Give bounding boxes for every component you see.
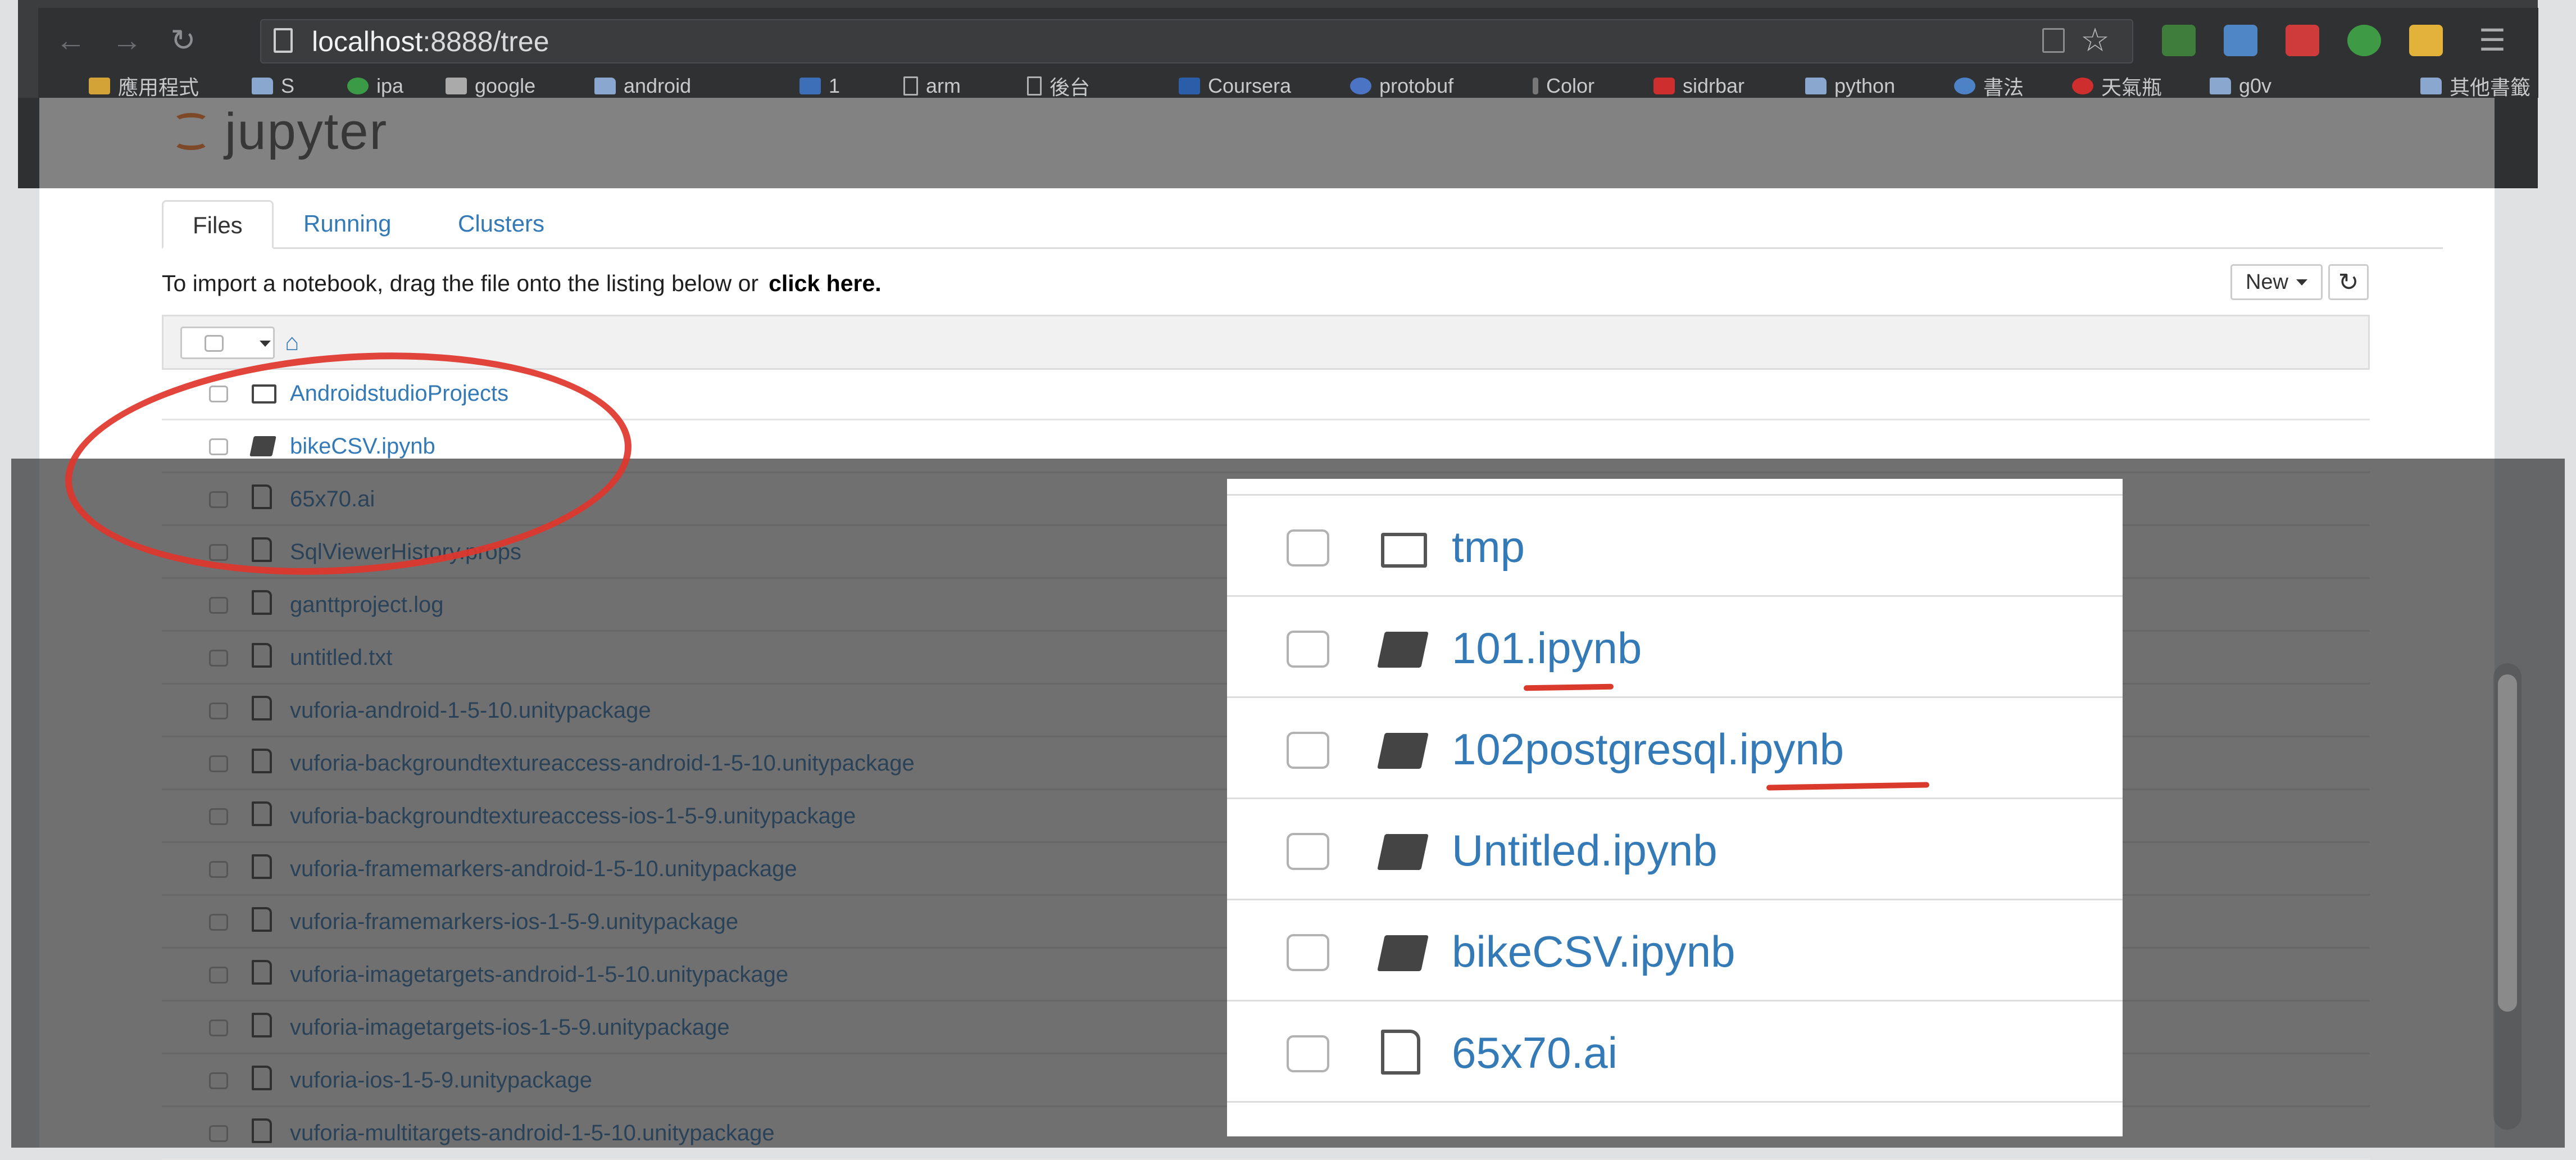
- hangouts-icon[interactable]: [2347, 25, 2381, 56]
- file-name-link[interactable]: Untitled.ipynb: [1452, 825, 1718, 876]
- extension-cross-icon[interactable]: [2286, 25, 2319, 56]
- row-checkbox[interactable]: [1287, 833, 1329, 870]
- file-icon: [1381, 1030, 1420, 1075]
- zoomed-file-list: tmp 101.ipynb 102postgresql.ipynb Untitled.…: [1227, 479, 2123, 1136]
- zoom-file-row[interactable]: bikeCSV.ipynb: [1227, 900, 2123, 1002]
- select-all-dropdown[interactable]: [180, 327, 275, 359]
- extension-icon[interactable]: [2162, 25, 2196, 56]
- zoom-file-row[interactable]: 65x70.ai: [1227, 1002, 2123, 1103]
- home-icon[interactable]: ⌂: [285, 327, 299, 358]
- notebook-icon: [1377, 935, 1429, 971]
- forward-icon[interactable]: →: [111, 25, 143, 56]
- row-checkbox[interactable]: [1287, 529, 1329, 567]
- row-checkbox[interactable]: [1287, 631, 1329, 668]
- select-all-checkbox[interactable]: [205, 335, 224, 352]
- tab-clusters[interactable]: Clusters: [429, 200, 574, 247]
- refresh-icon: ↻: [2338, 268, 2359, 296]
- back-icon[interactable]: ←: [55, 25, 87, 56]
- translate-icon[interactable]: [2224, 25, 2257, 56]
- file-name-link[interactable]: 101.ipynb: [1452, 623, 1642, 673]
- new-button-label: New: [2245, 270, 2289, 294]
- row-checkbox[interactable]: [1287, 1035, 1329, 1072]
- file-name-link[interactable]: 65x70.ai: [1452, 1027, 1618, 1078]
- tab-running[interactable]: Running: [274, 200, 420, 247]
- file-name-link[interactable]: bikeCSV.ipynb: [1452, 926, 1735, 977]
- refresh-button[interactable]: ↻: [2328, 264, 2369, 300]
- row-checkbox[interactable]: [1287, 934, 1329, 971]
- zoom-file-row[interactable]: 102postgresql.ipynb: [1227, 698, 2123, 799]
- extension-colorful-icon[interactable]: [2409, 25, 2443, 56]
- reload-icon[interactable]: ↻: [167, 25, 199, 56]
- zoom-file-row[interactable]: tmp: [1227, 496, 2123, 597]
- page-icon: [274, 28, 293, 53]
- tab-files[interactable]: Files: [162, 200, 274, 249]
- url-bar[interactable]: localhost:8888/tree ☆: [260, 19, 2133, 64]
- divider: [1227, 494, 2123, 496]
- row-checkbox[interactable]: [1287, 732, 1329, 769]
- notebook-icon: [1377, 834, 1429, 870]
- tab-bar: Files Running Clusters: [162, 200, 2443, 249]
- url-text: localhost:8888/tree: [312, 26, 549, 57]
- file-name-link[interactable]: 102postgresql.ipynb: [1452, 724, 1844, 774]
- scrollbar-thumb[interactable]: [2498, 674, 2517, 1012]
- file-name-link[interactable]: tmp: [1452, 522, 1525, 572]
- page-action-icon[interactable]: [2042, 28, 2065, 53]
- bookmark-star-icon[interactable]: ☆: [2080, 24, 2110, 57]
- import-instructions: To import a notebook, drag the file onto…: [162, 270, 882, 296]
- notebook-icon: [1377, 733, 1429, 769]
- notebook-icon: [1377, 632, 1429, 668]
- zoom-file-row[interactable]: 101.ipynb: [1227, 597, 2123, 698]
- new-button[interactable]: New: [2230, 264, 2323, 300]
- browser-toolbar: ← → ↻ localhost:8888/tree ☆ ☰ 應用程式 S ipa…: [38, 8, 2538, 99]
- click-here-link[interactable]: click here.: [769, 270, 882, 296]
- dim-overlay-top: [18, 98, 2538, 188]
- menu-icon[interactable]: ☰: [2477, 25, 2508, 56]
- zoom-file-row[interactable]: Untitled.ipynb: [1227, 799, 2123, 900]
- caret-down-icon: [2296, 279, 2308, 286]
- caret-down-icon: [260, 341, 271, 347]
- folder-icon: [1381, 533, 1427, 568]
